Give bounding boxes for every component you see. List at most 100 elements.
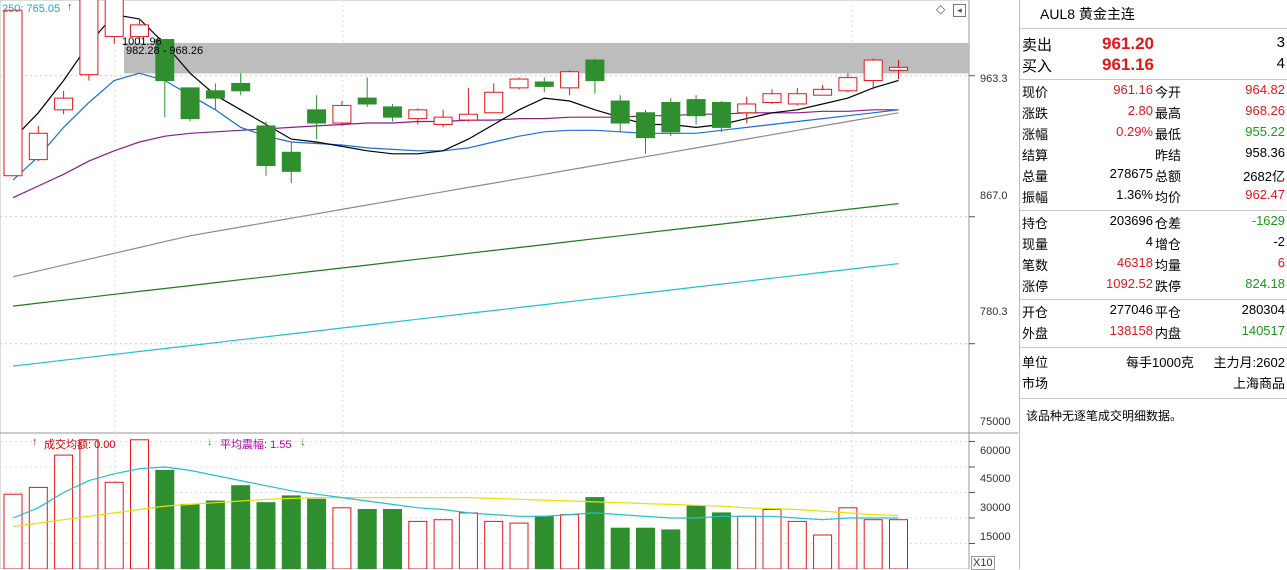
y-tick-3: 780.3	[980, 306, 1008, 318]
vol-tick-2: 60000	[980, 445, 1011, 457]
quote-l2-value: 平仓	[1155, 305, 1182, 320]
volume-bar	[205, 500, 225, 569]
volume-bar	[281, 495, 301, 569]
candle-body	[205, 90, 225, 99]
market-value: 上海商品	[1232, 376, 1285, 391]
amplitude-down-icon-2: ↓	[300, 436, 306, 448]
quote-v2-value: 955.22	[1245, 124, 1285, 139]
vol-tick-3: 45000	[980, 473, 1011, 485]
kline-chart[interactable]: 250: 765.05 ↑ 1001.96 982.28 - 968.26 ◇ …	[0, 0, 1018, 570]
candle-body	[509, 78, 529, 89]
candle-body	[686, 99, 706, 117]
buy-label: 买入	[1022, 58, 1053, 75]
quote-l2-value: 均价	[1155, 190, 1182, 205]
candle-body	[560, 71, 580, 89]
volume-bar	[484, 520, 504, 569]
volume-bar	[686, 505, 706, 569]
quote-v2-value: 968.26	[1245, 103, 1285, 118]
quote-row: 现价 961.16 今开 964.82	[1020, 82, 1287, 103]
quote-l1-value: 持仓	[1022, 216, 1049, 231]
volume-bar	[332, 507, 352, 569]
quote-l1-value: 笔数	[1022, 258, 1049, 273]
separator	[1020, 347, 1287, 348]
quote-v2-value: 824.18	[1245, 276, 1285, 291]
up-arrow-icon: ↑	[67, 1, 73, 13]
volume-bar	[54, 454, 74, 569]
quote-v1-value: 1.36%	[1116, 187, 1153, 202]
volume-bar	[711, 512, 731, 569]
quote-l2-value: 总额	[1155, 169, 1182, 184]
diamond-icon[interactable]: ◇	[936, 3, 947, 15]
volume-bar	[787, 520, 807, 569]
quote-row: 现量 4 增仓 -2	[1020, 234, 1287, 255]
candle-body	[610, 100, 630, 124]
buy-qty: 4	[1276, 55, 1285, 72]
ma250-line	[12, 263, 899, 367]
volume-bar	[534, 515, 554, 569]
quote-v1-value: 961.16	[1113, 82, 1153, 97]
quote-row: 涨幅 0.29% 最低 955.22	[1020, 124, 1287, 145]
chart-canvas[interactable]	[0, 0, 1018, 569]
quote-l2-value: 均量	[1155, 258, 1182, 273]
collapse-icon[interactable]: ◂	[953, 4, 966, 17]
quote-l2-value: 最低	[1155, 127, 1182, 142]
volume-bar	[383, 509, 402, 569]
quote-row: 笔数 46318 均量 6	[1020, 255, 1287, 276]
candle-body	[3, 9, 23, 177]
quote-l2-value: 今开	[1155, 85, 1182, 100]
quote-v1-value: 1092.52	[1106, 276, 1153, 291]
tick-data-note: 该品种无逐笔成交明细数据。	[1026, 409, 1183, 423]
separator	[1020, 299, 1287, 300]
price-range-band	[124, 42, 969, 74]
market-row: 市场 上海商品	[1020, 373, 1287, 394]
quote-l2-value: 仓差	[1155, 216, 1182, 231]
quote-row: 振幅 1.36% 均价 962.47	[1020, 187, 1287, 208]
contract-title: AUL8 黄金主连	[1040, 6, 1135, 22]
volume-bar	[155, 469, 175, 569]
separator	[1020, 210, 1287, 211]
candle-body	[711, 102, 731, 128]
volume-bar	[813, 534, 833, 569]
quote-row: 外盘 138158 内盘 140517	[1020, 323, 1287, 344]
quote-v2-value: 2682亿	[1243, 169, 1285, 184]
candle-body	[383, 106, 402, 118]
candle-body	[585, 59, 605, 82]
quote-row: 涨跌 2.80 最高 968.26	[1020, 103, 1287, 124]
volume-bar	[79, 439, 99, 569]
candle-body	[433, 116, 453, 125]
volume-bar	[636, 527, 655, 569]
volume-bar	[104, 481, 124, 569]
candle-body	[332, 104, 352, 124]
unit-value: 每手1000克	[1126, 355, 1194, 370]
quote-v2-value: 140517	[1241, 323, 1285, 338]
volume-bar	[231, 485, 251, 569]
quote-row: 持仓 203696 仓差 -1629	[1020, 213, 1287, 234]
volume-bar	[838, 507, 858, 569]
separator	[1020, 28, 1287, 29]
candle-body	[307, 109, 327, 124]
candle-body	[787, 93, 807, 105]
candle-body	[54, 97, 74, 111]
candle-body	[130, 24, 149, 38]
volume-bar	[737, 515, 757, 569]
turnover-up-icon: ↑	[32, 436, 38, 448]
quote-l2-value: 跌停	[1155, 279, 1182, 294]
sell-qty: 3	[1276, 34, 1285, 51]
volume-bar	[585, 497, 605, 569]
volume-bar	[610, 527, 630, 569]
quote-v1-value: 278675	[1109, 166, 1153, 181]
quote-l1-value: 涨停	[1022, 279, 1049, 294]
volume-bar	[433, 519, 453, 569]
quote-l1-value: 涨幅	[1022, 127, 1049, 142]
volume-bar	[3, 493, 23, 569]
volume-bar	[762, 509, 782, 569]
candle-body	[231, 82, 251, 92]
candle-body	[180, 87, 200, 120]
volume-bar	[560, 514, 580, 569]
quote-l1-value: 涨跌	[1022, 106, 1049, 121]
y-tick-1: 963.3	[980, 73, 1008, 85]
quote-l2-value: 最高	[1155, 106, 1182, 121]
ma250-label: 250: 765.05	[2, 3, 61, 15]
amplitude-down-icon: ↓	[207, 436, 213, 448]
quote-l2-value: 内盘	[1155, 326, 1182, 341]
